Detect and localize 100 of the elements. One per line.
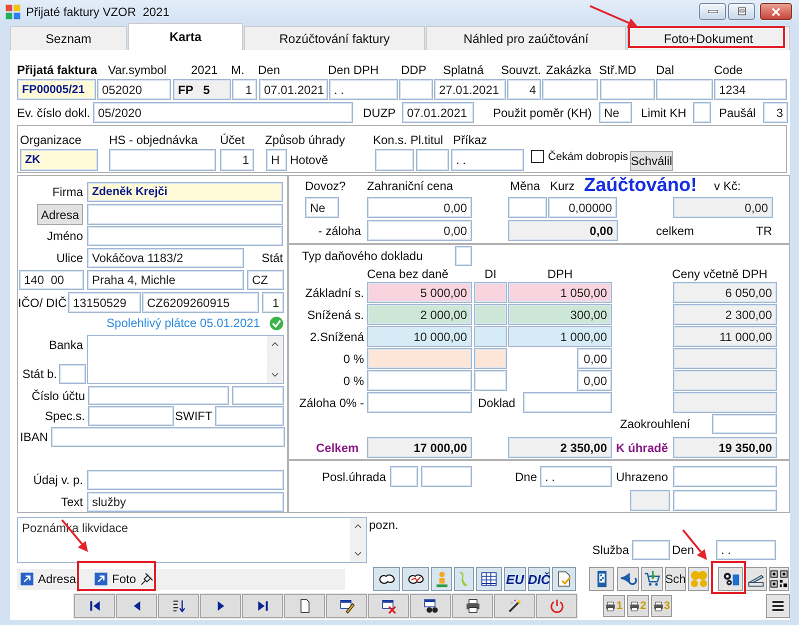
input-field[interactable] — [88, 386, 229, 405]
input-field[interactable]: 1 — [232, 79, 257, 100]
navigation-button[interactable] — [200, 594, 241, 618]
input-field[interactable] — [673, 490, 777, 511]
input-field[interactable] — [600, 79, 655, 100]
toolbar-button[interactable]: Sch — [665, 567, 686, 591]
input-field[interactable]: H — [266, 149, 287, 171]
input-field[interactable] — [693, 102, 711, 123]
input-field[interactable] — [416, 149, 449, 171]
input-field[interactable] — [474, 370, 507, 391]
form-button[interactable]: Adresa — [37, 204, 83, 225]
tab[interactable]: Karta — [128, 23, 243, 50]
input-field[interactable]: 0,00000 — [548, 197, 617, 218]
input-field[interactable]: 0,00 — [367, 197, 472, 218]
input-field[interactable]: CZ — [247, 270, 284, 290]
toolbar-button[interactable] — [589, 567, 614, 591]
input-field[interactable]: 13150529 — [68, 292, 141, 313]
input-field[interactable]: 0,00 — [577, 348, 612, 369]
toolbar-button[interactable] — [402, 567, 429, 591]
input-field[interactable]: 1 000,00 — [508, 326, 612, 347]
input-field[interactable] — [474, 348, 507, 369]
input-field[interactable]: . . — [451, 149, 524, 171]
input-field[interactable]: 07.01.2021 — [259, 79, 328, 100]
input-field[interactable]: služby — [87, 492, 284, 512]
input-field[interactable]: 140 00 — [19, 270, 84, 290]
input-field[interactable]: 3 — [763, 102, 788, 123]
link-tab[interactable]: Adresa — [20, 572, 82, 586]
input-field[interactable] — [474, 326, 507, 347]
navigation-button[interactable] — [494, 594, 535, 618]
menu-button[interactable] — [766, 594, 790, 618]
input-field[interactable] — [51, 427, 285, 447]
toolbar-button[interactable] — [373, 567, 400, 591]
input-field[interactable] — [87, 226, 283, 246]
input-field[interactable]: 10 000,00 — [367, 326, 472, 347]
input-field[interactable]: 27.01.2021 — [434, 79, 506, 100]
input-field[interactable]: 05/2020 — [93, 102, 353, 123]
navigation-button[interactable] — [74, 594, 115, 618]
input-field[interactable]: 1234 — [714, 79, 787, 100]
input-field[interactable] — [367, 370, 472, 391]
input-field[interactable]: 052020 — [97, 79, 171, 100]
input-field[interactable] — [367, 392, 472, 413]
toolbar-button[interactable]: DIČ — [528, 567, 550, 591]
input-field[interactable]: 4 — [507, 79, 541, 100]
input-field[interactable]: Zdeněk Krejči — [87, 182, 283, 202]
input-field[interactable]: Vokáčova 1183/2 — [87, 248, 244, 268]
navigation-button[interactable] — [284, 594, 325, 618]
input-field[interactable] — [367, 348, 472, 369]
navigation-button[interactable] — [410, 594, 451, 618]
tab[interactable]: Náhled pro zaúčtování — [426, 26, 626, 50]
input-field[interactable]: 2 000,00 — [367, 304, 472, 325]
input-field[interactable]: 1 050,00 — [508, 282, 612, 303]
input-field[interactable]: 0,00 — [577, 370, 612, 391]
input-field[interactable] — [474, 304, 507, 325]
input-field[interactable] — [632, 540, 670, 560]
input-field[interactable]: Ne — [599, 102, 632, 123]
input-field[interactable] — [455, 246, 472, 266]
input-field[interactable] — [399, 79, 433, 100]
input-field[interactable]: 0,00 — [367, 220, 472, 241]
input-field[interactable] — [87, 470, 284, 490]
minimize-button[interactable] — [699, 3, 726, 20]
input-field[interactable] — [542, 79, 598, 100]
toolbar-button[interactable]: EU — [504, 567, 526, 591]
toolbar-button[interactable] — [552, 567, 576, 591]
tab[interactable]: Seznam — [10, 26, 127, 50]
input-field[interactable] — [421, 466, 472, 487]
input-field[interactable] — [390, 466, 418, 487]
input-field[interactable] — [523, 392, 612, 413]
input-field[interactable]: . . — [540, 466, 612, 487]
input-field[interactable] — [59, 364, 86, 384]
toolbar-button[interactable] — [769, 567, 789, 591]
input-field[interactable] — [109, 149, 216, 171]
input-field[interactable] — [232, 386, 284, 405]
input-field[interactable]: CZ6209260915 — [142, 292, 259, 313]
input-field[interactable] — [88, 406, 174, 426]
input-field[interactable] — [215, 406, 284, 426]
input-field[interactable]: 300,00 — [508, 304, 612, 325]
restore-button[interactable] — [728, 3, 755, 20]
navigation-button[interactable] — [452, 594, 493, 618]
form-button[interactable]: Schválil — [630, 151, 673, 171]
input-field[interactable]: Ne — [305, 197, 339, 218]
close-button[interactable] — [760, 3, 792, 20]
input-field[interactable] — [712, 414, 777, 434]
link-tab[interactable]: Foto — [94, 572, 160, 586]
input-field[interactable] — [474, 282, 507, 303]
navigation-button[interactable] — [242, 594, 283, 618]
input-field[interactable]: . . — [329, 79, 398, 100]
input-field[interactable]: 1 — [220, 149, 254, 171]
navigation-button[interactable] — [326, 594, 367, 618]
memo-field[interactable] — [87, 335, 284, 384]
navigation-button[interactable] — [368, 594, 409, 618]
input-field[interactable]: . . — [716, 540, 776, 560]
input-field[interactable]: 07.01.2021 — [402, 102, 474, 123]
input-field[interactable]: 1 — [262, 292, 284, 313]
input-field[interactable] — [375, 149, 414, 171]
toolbar-button[interactable] — [476, 567, 502, 591]
tab[interactable]: Rozúčtování faktury — [244, 26, 425, 50]
input-field[interactable] — [87, 204, 283, 225]
toolbar-button[interactable] — [718, 567, 743, 591]
input-field[interactable] — [673, 466, 777, 487]
input-field[interactable] — [508, 197, 547, 218]
